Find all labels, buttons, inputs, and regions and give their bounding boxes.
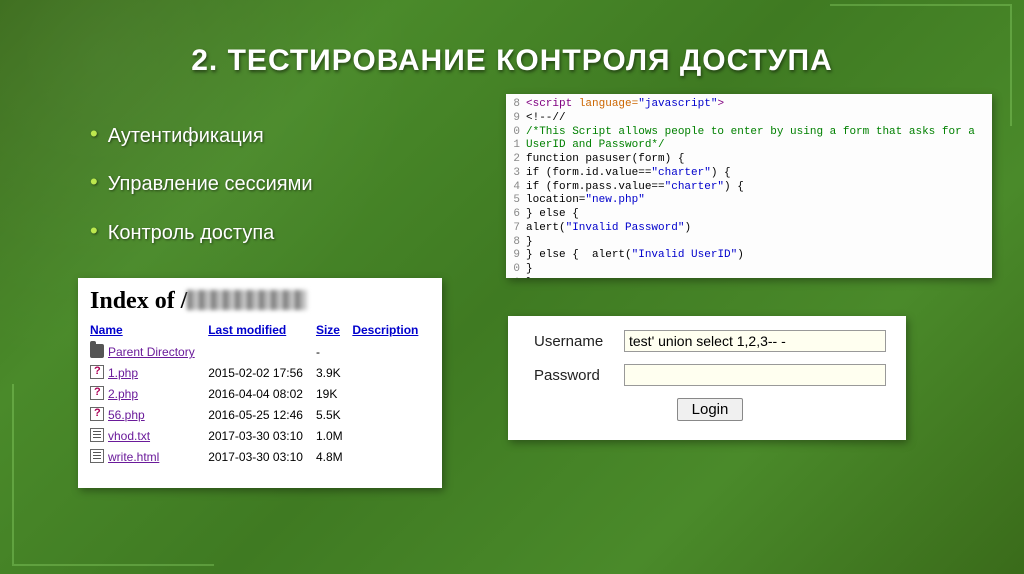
line-number: 5 — [512, 194, 526, 208]
password-label: Password — [534, 367, 624, 384]
col-modified[interactable]: Last modified — [208, 319, 316, 341]
table-row: write.html 2017-03-30 03:10 4.8M — [90, 446, 430, 467]
code-text: } else { alert("Invalid UserID") — [526, 249, 744, 263]
code-text: <script language="javascript"> — [526, 98, 724, 112]
code-line: 6} else { — [512, 208, 986, 222]
cell-size: 19K — [316, 383, 352, 404]
code-text: if (form.id.value=="charter") { — [526, 167, 731, 181]
code-line: 3if (form.id.value=="charter") { — [512, 167, 986, 181]
redacted-path — [187, 290, 307, 310]
file-icon — [90, 365, 104, 379]
file-link[interactable]: vhod.txt — [108, 429, 150, 443]
code-text: location="new.php" — [526, 194, 645, 208]
line-number: 1 — [512, 139, 526, 153]
line-number: 3 — [512, 167, 526, 181]
code-line: 9} else { alert("Invalid UserID") — [512, 249, 986, 263]
username-input[interactable] — [624, 330, 886, 352]
cell-size: 4.8M — [316, 446, 352, 467]
code-line: 7alert("Invalid Password") — [512, 222, 986, 236]
bullet-item: Контроль доступа — [90, 207, 313, 255]
code-line: 0/*This Script allows people to enter by… — [512, 126, 986, 140]
login-button[interactable]: Login — [677, 398, 744, 421]
file-link[interactable]: write.html — [108, 450, 159, 464]
cell-size: 5.5K — [316, 404, 352, 425]
table-row: 56.php 2016-05-25 12:46 5.5K — [90, 404, 430, 425]
parent-directory-link[interactable]: Parent Directory — [108, 345, 195, 359]
file-link[interactable]: 1.php — [108, 366, 138, 380]
code-line: 5location="new.php" — [512, 194, 986, 208]
username-label: Username — [534, 333, 624, 350]
login-form-panel: Username Password Login — [508, 316, 906, 440]
code-text: function pasuser(form) { — [526, 153, 684, 167]
line-number: 0 — [512, 126, 526, 140]
code-line: 4if (form.pass.value=="charter") { — [512, 181, 986, 195]
file-link[interactable]: 2.php — [108, 387, 138, 401]
table-row: 1.php 2015-02-02 17:56 3.9K — [90, 362, 430, 383]
password-input[interactable] — [624, 364, 886, 386]
table-header-row: Name Last modified Size Description — [90, 319, 430, 341]
directory-table: Name Last modified Size Description Pare… — [90, 319, 430, 467]
line-number: 8 — [512, 98, 526, 112]
line-number: 9 — [512, 249, 526, 263]
cell-size: 1.0M — [316, 425, 352, 446]
file-icon — [90, 386, 104, 400]
code-text: } — [526, 277, 533, 278]
line-number: 7 — [512, 222, 526, 236]
code-line: 8<script language="javascript"> — [512, 98, 986, 112]
line-number: 1 — [512, 277, 526, 278]
line-number: 6 — [512, 208, 526, 222]
line-number: 8 — [512, 236, 526, 250]
directory-listing-panel: Index of / Name Last modified Size Descr… — [78, 278, 442, 488]
col-name[interactable]: Name — [90, 319, 208, 341]
bullet-item: Аутентификация — [90, 110, 313, 158]
code-text: if (form.pass.value=="charter") { — [526, 181, 744, 195]
line-number: 2 — [512, 153, 526, 167]
cell-modified: 2016-05-25 12:46 — [208, 404, 316, 425]
bullet-list: Аутентификация Управление сессиями Контр… — [90, 110, 313, 255]
text-file-icon — [90, 428, 104, 442]
code-line: 1} — [512, 277, 986, 278]
col-size[interactable]: Size — [316, 319, 352, 341]
cell-size: - — [316, 341, 352, 362]
code-text: /*This Script allows people to enter by … — [526, 126, 975, 140]
bullet-item: Управление сессиями — [90, 158, 313, 206]
table-row: vhod.txt 2017-03-30 03:10 1.0M — [90, 425, 430, 446]
file-link[interactable]: 56.php — [108, 408, 145, 422]
text-file-icon — [90, 449, 104, 463]
line-number: 4 — [512, 181, 526, 195]
line-number: 0 — [512, 263, 526, 277]
code-text: } — [526, 236, 533, 250]
file-icon — [90, 407, 104, 421]
code-line: 8} — [512, 236, 986, 250]
slide-title: 2. ТЕСТИРОВАНИЕ КОНТРОЛЯ ДОСТУПА — [0, 0, 1024, 98]
cell-modified: 2016-04-04 08:02 — [208, 383, 316, 404]
cell-modified: 2015-02-02 17:56 — [208, 362, 316, 383]
folder-icon — [90, 344, 104, 358]
col-description[interactable]: Description — [352, 319, 430, 341]
code-line: 1UserID and Password*/ — [512, 139, 986, 153]
cell-modified: 2017-03-30 03:10 — [208, 446, 316, 467]
code-text: alert("Invalid Password") — [526, 222, 691, 236]
code-line: 0} — [512, 263, 986, 277]
index-heading: Index of / — [90, 288, 430, 315]
cell-modified: 2017-03-30 03:10 — [208, 425, 316, 446]
line-number: 9 — [512, 112, 526, 126]
code-text: } else { — [526, 208, 579, 222]
index-heading-prefix: Index of / — [90, 288, 187, 314]
code-snippet-panel: 8<script language="javascript">9<!--//0/… — [506, 94, 992, 278]
code-line: 2function pasuser(form) { — [512, 153, 986, 167]
code-text: <!--// — [526, 112, 566, 126]
table-row-parent: Parent Directory - — [90, 341, 430, 362]
code-text: } — [526, 263, 533, 277]
code-line: 9<!--// — [512, 112, 986, 126]
cell-size: 3.9K — [316, 362, 352, 383]
code-text: UserID and Password*/ — [526, 139, 665, 153]
table-row: 2.php 2016-04-04 08:02 19K — [90, 383, 430, 404]
